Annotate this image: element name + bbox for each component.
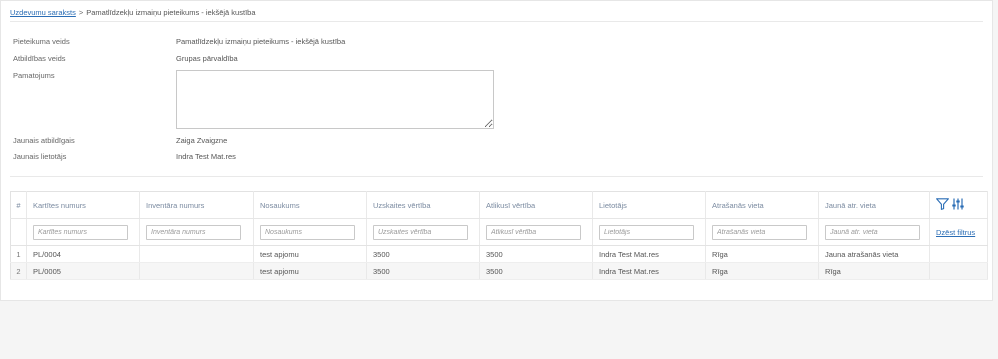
row-residual-value: 3500 — [479, 262, 593, 280]
breadcrumb-task-list-link[interactable]: Uzdevumu saraksts — [10, 8, 76, 17]
justification-label: Pamatojums — [13, 71, 55, 80]
new-responsible-value: Zaiga Zvaigzne — [176, 136, 228, 145]
row-user: Indra Test Mat.res — [592, 245, 706, 263]
justification-textarea[interactable] — [176, 70, 494, 129]
row-account-value: 3500 — [366, 245, 480, 263]
responsibility-type-label: Atbildības veids — [13, 54, 66, 63]
row-residual-value: 3500 — [479, 245, 593, 263]
breadcrumb: Uzdevumu saraksts > Pamatlīdzekļu izmaiņu … — [10, 8, 256, 17]
col-header-name[interactable]: Nosaukums — [253, 191, 367, 219]
filter-name-input[interactable] — [260, 224, 355, 240]
row-user: Indra Test Mat.res — [592, 262, 706, 280]
filter-inventory-number-input[interactable] — [146, 224, 241, 240]
row-num: 2 — [10, 262, 27, 280]
col-header-num: # — [10, 191, 27, 219]
col-header-card-number[interactable]: Kartītes numurs — [26, 191, 140, 219]
row-tools — [929, 262, 988, 280]
responsibility-type-value: Grupas pārvaldība — [176, 54, 238, 63]
filter-cell-num — [10, 218, 27, 246]
table-header-row: # Kartītes numurs Inventāra numurs Nosau… — [10, 191, 988, 219]
col-header-tools — [929, 191, 988, 219]
row-name: test apjomu — [253, 262, 367, 280]
breadcrumb-current: Pamatlīdzekļu izmaiņu pieteikums - iekšē… — [86, 8, 256, 17]
table-filter-row: Dzēst filtrus — [10, 218, 988, 246]
request-type-value: Pamatlīdzekļu izmaiņu pieteikums - iekšē… — [176, 37, 346, 46]
col-header-account-value[interactable]: Uzskaites vērtība — [366, 191, 480, 219]
breadcrumb-divider — [10, 21, 983, 22]
filter-card-number-input[interactable] — [33, 224, 128, 240]
table-row[interactable]: 1 PL/0004 test apjomu 3500 3500 Indra Te… — [10, 245, 988, 263]
row-new-location: Jauna atrašanās vieta — [818, 245, 930, 263]
assets-table: # Kartītes numurs Inventāra numurs Nosau… — [10, 191, 988, 280]
row-num: 1 — [10, 245, 27, 263]
new-user-label: Jaunais lietotājs — [13, 152, 67, 161]
col-header-new-location[interactable]: Jaunā atr. vieta — [818, 191, 930, 219]
row-location: Rīga — [705, 245, 819, 263]
col-header-user[interactable]: Lietotājs — [592, 191, 706, 219]
filter-account-value-input[interactable] — [373, 224, 468, 240]
row-inventory-number — [139, 262, 254, 280]
row-tools — [929, 245, 988, 263]
filter-residual-value-input[interactable] — [486, 224, 581, 240]
filter-location-input[interactable] — [712, 224, 807, 240]
new-user-value: Indra Test Mat.res — [176, 152, 236, 161]
col-header-residual-value[interactable]: Atlikusī vērtība — [479, 191, 593, 219]
column-settings-icon[interactable] — [952, 198, 964, 210]
row-card-number: PL/0004 — [26, 245, 140, 263]
row-location: Rīga — [705, 262, 819, 280]
row-name: test apjomu — [253, 245, 367, 263]
filter-icon[interactable] — [936, 198, 949, 210]
row-inventory-number — [139, 245, 254, 263]
form-divider — [10, 176, 983, 177]
breadcrumb-separator: > — [78, 8, 84, 17]
main-panel: Uzdevumu saraksts > Pamatlīdzekļu izmaiņu … — [0, 0, 993, 301]
col-header-inventory-number[interactable]: Inventāra numurs — [139, 191, 254, 219]
row-card-number: PL/0005 — [26, 262, 140, 280]
request-type-label: Pieteikuma veids — [13, 37, 70, 46]
filter-new-location-input[interactable] — [825, 224, 920, 240]
row-account-value: 3500 — [366, 262, 480, 280]
clear-filters-link[interactable]: Dzēst filtrus — [936, 228, 975, 237]
col-header-location[interactable]: Atrašanās vieta — [705, 191, 819, 219]
row-new-location: Rīga — [818, 262, 930, 280]
filter-user-input[interactable] — [599, 224, 694, 240]
table-row[interactable]: 2 PL/0005 test apjomu 3500 3500 Indra Te… — [10, 262, 988, 280]
new-responsible-label: Jaunais atbildīgais — [13, 136, 75, 145]
